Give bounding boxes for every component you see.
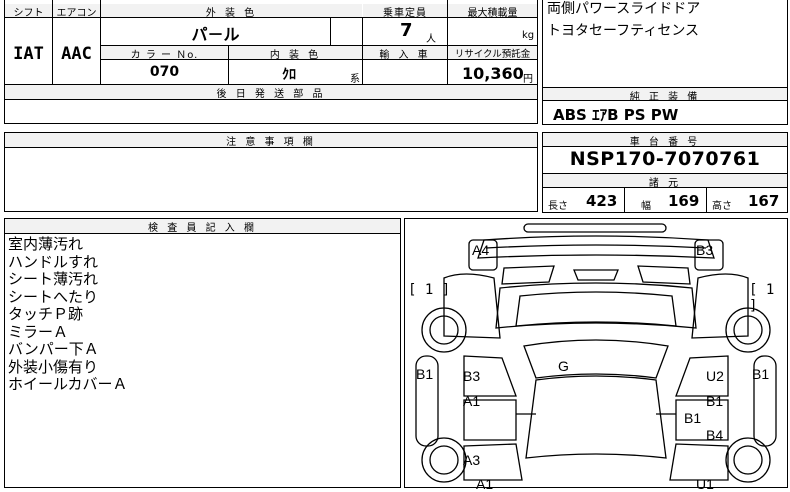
recycle-value: 10,360 <box>462 64 524 83</box>
notes-header: 注 意 事 項 欄 <box>5 133 537 148</box>
mark-b4: B4 <box>706 427 724 443</box>
capacity-unit: 人 <box>426 34 436 45</box>
right-bracket: [ 1 ] <box>749 282 775 314</box>
options-line-1: 両側パワースライドドア <box>547 1 701 17</box>
remark-item: シート薄汚れ <box>8 270 99 288</box>
remark-item: ミラーＡ <box>8 322 69 341</box>
recycle-header: リサイクル預託金 <box>448 46 537 60</box>
left-bracket: [ 1 ] <box>408 282 451 298</box>
specs-header: 諸 元 <box>543 174 787 189</box>
height-value: 167 <box>748 192 780 210</box>
width-value: 169 <box>668 192 700 210</box>
mark-a1-bottom: A1 <box>476 476 494 492</box>
height-label: 高さ <box>712 201 732 212</box>
remark-item: バンパー下Ａ <box>8 340 99 358</box>
mark-b1-right: B1 <box>752 366 770 382</box>
options-line-2: トヨタセーフティセンス <box>547 23 700 39</box>
remark-item: 室内薄汚れ <box>8 235 84 253</box>
remark-item: タッチＰ跡 <box>8 305 84 323</box>
interior-color-value: ｸﾛ <box>282 67 296 83</box>
width-label: 幅 <box>641 201 651 212</box>
aircon-header: エアコン <box>53 4 100 19</box>
mark-a4: A4 <box>472 242 490 258</box>
capacity-header: 乗車定員 <box>363 4 447 19</box>
later-parts-area <box>4 100 538 124</box>
max-load-unit: kg <box>522 30 535 41</box>
inspector-header: 検 査 員 記 入 欄 <box>5 219 400 234</box>
remark-item: シートへたり <box>8 287 99 306</box>
mark-a3: A3 <box>463 452 481 468</box>
capacity-value: 7 <box>400 20 413 41</box>
length-label: 長さ <box>548 201 568 212</box>
inspector-remarks: 室内薄汚れ ハンドルすれ シート薄汚れ シートへたり タッチＰ跡 ミラーＡ バン… <box>8 235 128 394</box>
color-no-header: カ ラ ー Ｎo. <box>101 46 228 61</box>
color-no-value: 070 <box>149 64 180 80</box>
exterior-color-header: 外 装 色 <box>101 4 362 19</box>
max-load-header: 最大積載量 <box>448 4 537 19</box>
car-diagram <box>415 223 777 483</box>
remark-item: 外装小傷有り <box>8 357 99 376</box>
length-value: 423 <box>586 192 618 210</box>
shift-value: IAT <box>13 44 44 64</box>
recycle-unit: 円 <box>523 74 533 85</box>
interior-color-suffix: 系 <box>350 74 360 85</box>
interior-color-header: 内 装 色 <box>229 46 362 61</box>
remark-item: ホイールカバーＡ <box>8 375 128 393</box>
chassis-header: 車 台 番 号 <box>543 133 787 148</box>
mark-a1-left: A1 <box>463 393 481 409</box>
shift-header: シフト <box>5 4 52 19</box>
import-header: 輸 入 車 <box>363 46 447 61</box>
remark-item: ハンドルすれ <box>8 252 99 271</box>
chassis-number: NSP170-7070761 <box>569 148 761 170</box>
mark-b3-top: B3 <box>696 242 714 258</box>
genuine-equipment-header: 純 正 装 備 <box>543 88 787 103</box>
mark-g: G <box>558 358 569 374</box>
mark-b1-left: B1 <box>416 366 434 382</box>
aircon-value: AAC <box>61 44 92 64</box>
exterior-color-value: パ－ル <box>191 25 240 44</box>
mark-b3-mid: B3 <box>463 368 481 384</box>
later-parts-header: 後 日 発 送 部 品 <box>5 85 537 100</box>
mark-b1-r1: B1 <box>706 393 724 409</box>
genuine-equipment-value: ABS ｴｱB PS PW <box>553 106 679 124</box>
mark-b1-center: B1 <box>684 410 702 426</box>
mark-u1: U1 <box>696 476 714 492</box>
mark-u2: U2 <box>706 368 724 384</box>
